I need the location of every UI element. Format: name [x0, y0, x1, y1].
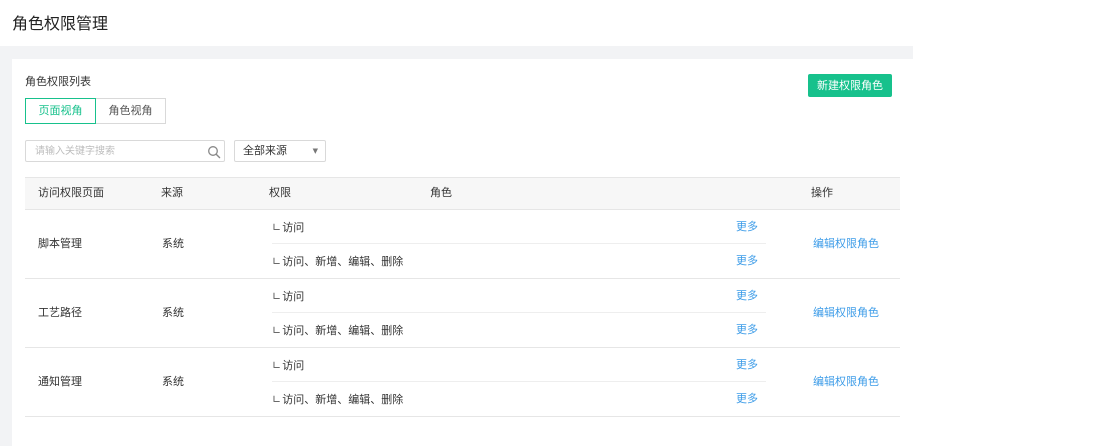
permission-text: 访问	[282, 290, 305, 303]
more-link[interactable]: 更多	[736, 244, 758, 278]
more-link[interactable]: 更多	[736, 279, 758, 313]
search-icon[interactable]	[207, 144, 221, 159]
table-row: 脚本管理 系统 ∟访问 更多 ∟访问、新增、编辑、删除 更多 编辑权限角色	[25, 210, 900, 279]
more-link[interactable]: 更多	[736, 382, 758, 416]
permission-text: 访问	[282, 359, 305, 372]
new-permission-role-button[interactable]: 新建权限角色	[808, 74, 892, 97]
permission-label: ∟访问、新增、编辑、删除	[272, 313, 403, 349]
permission-subrow: ∟访问、新增、编辑、删除 更多	[272, 244, 766, 278]
more-link[interactable]: 更多	[736, 210, 758, 244]
permission-table: 访问权限页面 来源 权限 角色 操作 脚本管理 系统 ∟访问 更多 ∟访问、新增…	[25, 177, 900, 417]
tree-branch-icon: ∟	[272, 255, 282, 268]
view-tabs: 页面视角 角色视角	[25, 98, 166, 124]
permission-text: 访问、新增、编辑、删除	[282, 255, 404, 268]
tab-page-view[interactable]: 页面视角	[25, 98, 96, 124]
column-header-source: 来源	[161, 186, 183, 199]
page-name: 工艺路径	[38, 306, 82, 319]
permission-label: ∟访问	[272, 210, 304, 246]
edit-permission-role-link[interactable]: 编辑权限角色	[813, 279, 879, 347]
permission-text: 访问	[282, 221, 305, 234]
source-value: 系统	[162, 375, 184, 388]
tab-role-view[interactable]: 角色视角	[96, 98, 166, 124]
tree-branch-icon: ∟	[272, 290, 282, 303]
search-box	[25, 140, 225, 162]
tree-branch-icon: ∟	[272, 221, 282, 234]
permission-subrow: ∟访问 更多	[272, 279, 766, 313]
source-filter-value: 全部来源	[243, 144, 287, 157]
tree-branch-icon: ∟	[272, 324, 282, 337]
permission-label: ∟访问、新增、编辑、删除	[272, 244, 403, 280]
permission-text: 访问、新增、编辑、删除	[282, 324, 404, 337]
column-header-action: 操作	[811, 186, 833, 199]
permission-subrow: ∟访问 更多	[272, 210, 766, 244]
source-value: 系统	[162, 306, 184, 319]
more-link[interactable]: 更多	[736, 348, 758, 382]
tree-branch-icon: ∟	[272, 393, 282, 406]
permission-label: ∟访问、新增、编辑、删除	[272, 382, 403, 418]
table-row: 工艺路径 系统 ∟访问 更多 ∟访问、新增、编辑、删除 更多 编辑权限角色	[25, 279, 900, 348]
page-name: 脚本管理	[38, 237, 82, 250]
permission-label: ∟访问	[272, 348, 304, 384]
card-title: 角色权限列表	[25, 75, 91, 88]
source-value: 系统	[162, 237, 184, 250]
role-permission-card: 角色权限列表 新建权限角色 页面视角 角色视角 全部来源 ▼ 访问权限页面 来源…	[12, 59, 913, 446]
edit-permission-role-link[interactable]: 编辑权限角色	[813, 210, 879, 278]
permission-subrow: ∟访问、新增、编辑、删除 更多	[272, 313, 766, 347]
column-header-page: 访问权限页面	[38, 186, 104, 199]
permission-subrow: ∟访问 更多	[272, 348, 766, 382]
search-input[interactable]	[26, 141, 205, 161]
source-filter-select[interactable]: 全部来源 ▼	[234, 140, 326, 162]
page-name: 通知管理	[38, 375, 82, 388]
column-header-permission: 权限	[269, 186, 291, 199]
page-title: 角色权限管理	[12, 14, 109, 33]
permission-label: ∟访问	[272, 279, 304, 315]
more-link[interactable]: 更多	[736, 313, 758, 347]
column-header-role: 角色	[430, 186, 452, 199]
caret-down-icon: ▼	[312, 147, 318, 155]
permission-text: 访问、新增、编辑、删除	[282, 393, 404, 406]
table-header: 访问权限页面 来源 权限 角色 操作	[25, 177, 900, 210]
edit-permission-role-link[interactable]: 编辑权限角色	[813, 348, 879, 416]
tree-branch-icon: ∟	[272, 359, 282, 372]
table-row: 通知管理 系统 ∟访问 更多 ∟访问、新增、编辑、删除 更多 编辑权限角色	[25, 348, 900, 417]
permission-subrow: ∟访问、新增、编辑、删除 更多	[272, 382, 766, 416]
